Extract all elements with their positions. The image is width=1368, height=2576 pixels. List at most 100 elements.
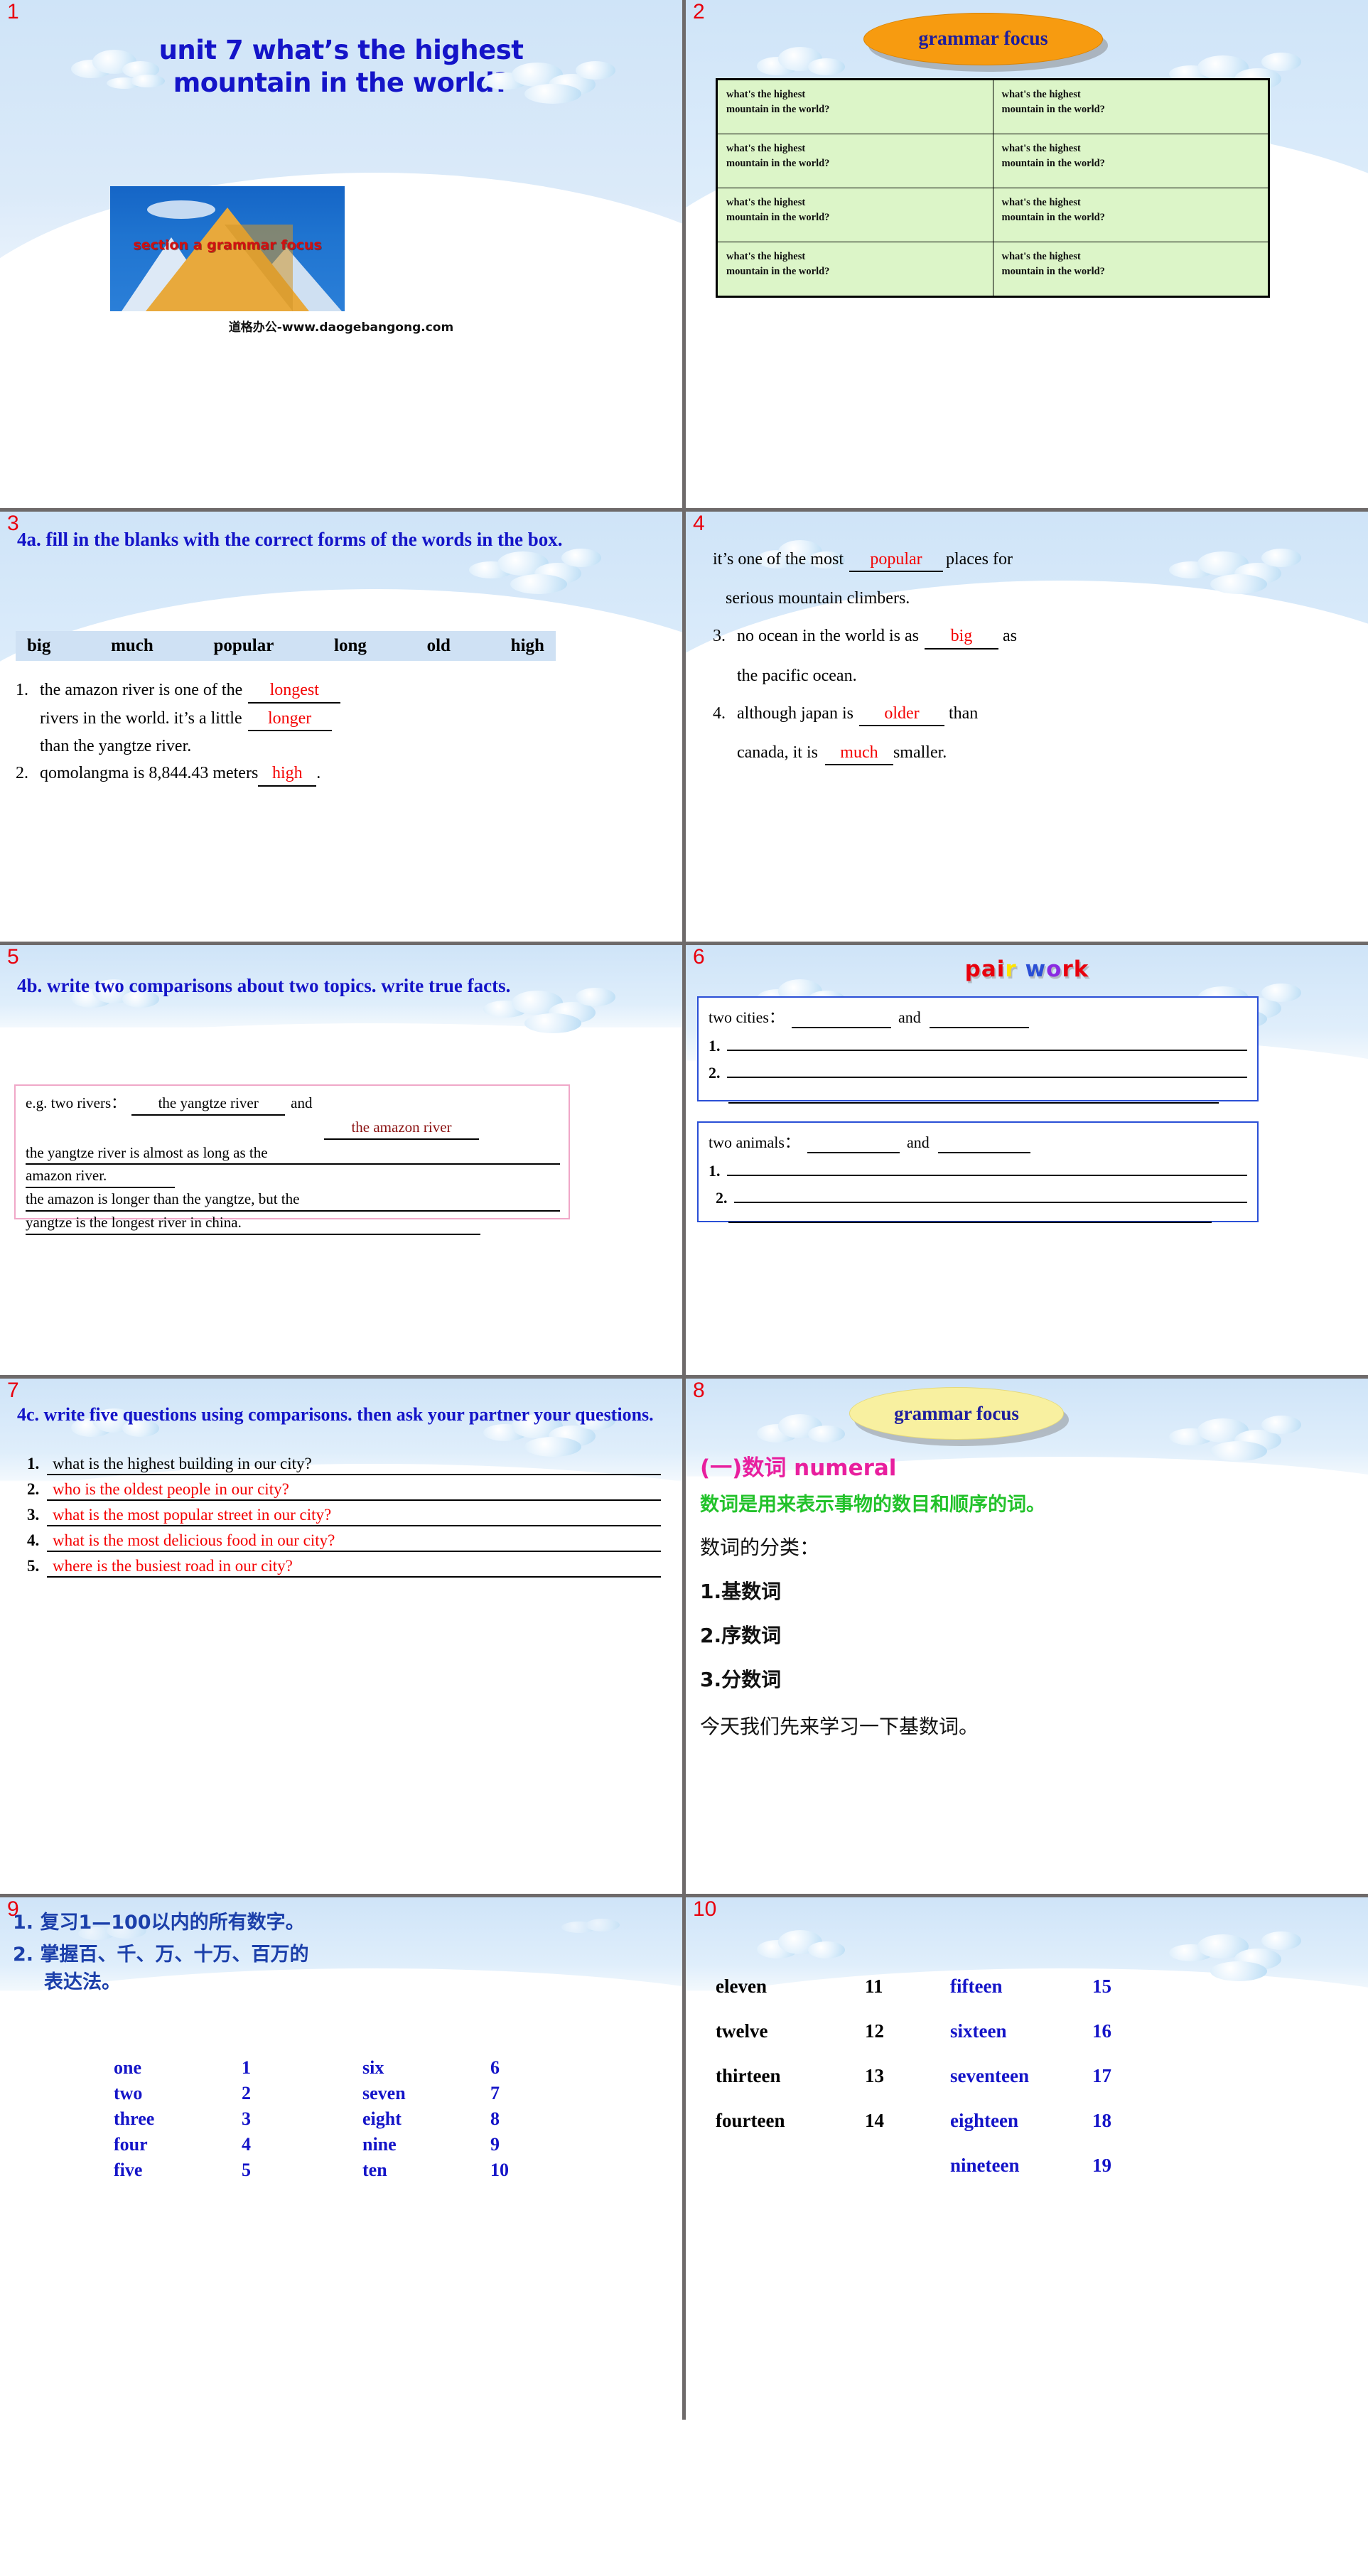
answer-line[interactable] — [734, 1186, 1247, 1203]
pair-work-title-letter: o — [1046, 956, 1062, 982]
number-word: ten — [362, 2160, 387, 2181]
slide-number: 10 — [693, 1897, 717, 1921]
example-answer-line[interactable]: the amazon is longer than the yangtze, b… — [26, 1189, 560, 1212]
exercise-list: 1. the amazon river is one of the longes… — [16, 679, 668, 791]
number-value: 7 — [490, 2083, 500, 2104]
table-cell: what's the highest mountain in the world… — [992, 79, 1269, 134]
answer-blank[interactable]: longer — [247, 708, 332, 732]
number-value: 16 — [1092, 2020, 1111, 2042]
number-word: eight — [362, 2108, 402, 2130]
list-item: 1. — [709, 1159, 1247, 1180]
number-value: 10 — [490, 2160, 509, 2181]
exercise-item: the pacific ocean. — [713, 665, 1355, 687]
pair-work-title-letter: r — [1062, 956, 1074, 982]
slide-number: 7 — [7, 1379, 19, 1402]
watermark-text: 道格办公-www.daogebangong.com — [228, 320, 454, 335]
answer-blank[interactable]: high — [258, 762, 317, 787]
photo-overlay-caption: section a grammar focus — [133, 237, 322, 253]
pair-work-title: pair work — [686, 956, 1368, 982]
cloud-icon — [469, 546, 604, 600]
table-cell: what's the highest mountain in the world… — [716, 188, 993, 242]
answer-line[interactable] — [727, 1159, 1247, 1176]
example-box: e.g. two rivers： the yangtze river and t… — [14, 1084, 570, 1235]
slide-6: 6 pair work two cities： and 1. 2. two an… — [686, 945, 1368, 1375]
answer-line[interactable] — [728, 1101, 1219, 1104]
example-label: e.g. two rivers： — [26, 1094, 126, 1111]
number-value: 1 — [242, 2057, 251, 2079]
list-item: 1. — [709, 1034, 1247, 1055]
answer-text[interactable]: what is the highest building in our city… — [47, 1455, 661, 1476]
list-item: 2. — [709, 1186, 1247, 1207]
item-number: 4. — [27, 1531, 40, 1550]
number-value: 15 — [1092, 1976, 1111, 1997]
pair-work-title-letter: i — [996, 956, 1006, 982]
answer-line[interactable] — [727, 1061, 1247, 1078]
item-text: although japan is — [737, 704, 853, 723]
numeral-type-item: 3.分数词 — [700, 1668, 782, 1691]
exercise-item: 3. no ocean in the world is as big as — [713, 625, 1355, 650]
answer-blank[interactable]: big — [924, 625, 998, 650]
cloud-icon — [757, 1414, 849, 1447]
answer-line[interactable] — [727, 1034, 1247, 1051]
topic-blank-2[interactable] — [929, 1008, 1029, 1028]
topic-blank-1[interactable] — [807, 1133, 900, 1153]
item-text: qomolangma is 8,844.43 meters — [40, 764, 259, 783]
answer-blank[interactable]: older — [858, 703, 944, 726]
word-bank-item: much — [111, 636, 154, 655]
answer-blank[interactable]: longest — [248, 679, 341, 704]
item-number: 1. — [16, 681, 28, 699]
example-blank-1[interactable]: the yangtze river — [131, 1093, 286, 1116]
slide-9: 9 1. 复习1—100以内的所有数字。 2. 掌握百、千、万、十万、百万的 表… — [0, 1897, 682, 2420]
grammar-focus-badge: grammar focus — [863, 13, 1103, 65]
item-number: 2. — [16, 764, 28, 783]
item-text: the pacific ocean. — [737, 666, 857, 685]
topic-blank-2[interactable] — [937, 1133, 1030, 1153]
word-bank-box: big much popular long old high — [16, 631, 556, 661]
example-answer-line[interactable]: the yangtze river is almost as long as t… — [26, 1143, 560, 1165]
table-cell: what's the highest mountain in the world… — [992, 134, 1269, 188]
number-word: thirteen — [716, 2065, 781, 2086]
item-text: it’s one of the most — [713, 550, 844, 568]
topic-and: and — [898, 1008, 921, 1026]
table-cell: what's the highest mountain in the world… — [716, 134, 993, 188]
answer-line[interactable] — [728, 1220, 1212, 1223]
slide-number: 3 — [7, 512, 19, 535]
answer-blank[interactable]: popular — [849, 549, 943, 573]
number-value: 14 — [865, 2110, 884, 2131]
pair-work-title-letter: w — [1025, 956, 1047, 982]
word-bank-item: big — [27, 636, 51, 655]
slide-8: 8 grammar focus (一)数词 numeral 数词是用来表示事物的… — [686, 1379, 1368, 1894]
answer-text[interactable]: what is the most popular street in our c… — [47, 1506, 661, 1527]
item-number: 3. — [713, 627, 726, 646]
cloud-icon — [757, 47, 849, 80]
number-word: eighteen — [950, 2110, 1018, 2131]
example-answer-line[interactable]: yangtze is the longest river in china. — [26, 1212, 480, 1235]
table-cell: what's the highest mountain in the world… — [716, 79, 993, 134]
grammar-focus-badge-label: grammar focus — [894, 1402, 1019, 1424]
number-word: two — [114, 2083, 143, 2104]
number-word: six — [362, 2057, 384, 2079]
number-value: 3 — [242, 2108, 251, 2130]
answer-row: 5. where is the busiest road in our city… — [27, 1557, 661, 1578]
answer-text[interactable]: what is the most delicious food in our c… — [47, 1531, 661, 1553]
objective-item: 1. 复习1—100以内的所有数字。 — [13, 1912, 305, 1934]
example-answer-line[interactable]: amazon river. — [26, 1165, 175, 1189]
slide-3: 3 4a. fill in the blanks with the correc… — [0, 512, 682, 942]
example-topic-row: e.g. two rivers： the yangtze river and — [26, 1093, 559, 1116]
topic-label: two cities： — [709, 1008, 785, 1026]
answer-blank[interactable]: much — [824, 742, 893, 766]
topic-blank-1[interactable] — [791, 1008, 891, 1028]
numeral-type-item: 2.序数词 — [700, 1624, 782, 1647]
answer-text[interactable]: who is the oldest people in our city? — [47, 1480, 661, 1502]
number-word: three — [114, 2108, 155, 2130]
example-blank-2[interactable]: the amazon river — [324, 1117, 479, 1140]
answer-text[interactable]: where is the busiest road in our city? — [47, 1557, 661, 1578]
answer-list: 1. what is the highest building in our ci… — [27, 1455, 661, 1578]
pair-work-box-cities: two cities： and 1. 2. — [697, 996, 1259, 1104]
item-number: 1. — [27, 1455, 40, 1473]
exercise-item: canada, it is much smaller. — [713, 742, 1355, 766]
word-bank-item: popular — [213, 636, 274, 655]
number-value: 9 — [490, 2134, 500, 2155]
numeral-heading: (一)数词 numeral — [700, 1455, 897, 1481]
item-text: the amazon river is one of the — [40, 681, 243, 699]
